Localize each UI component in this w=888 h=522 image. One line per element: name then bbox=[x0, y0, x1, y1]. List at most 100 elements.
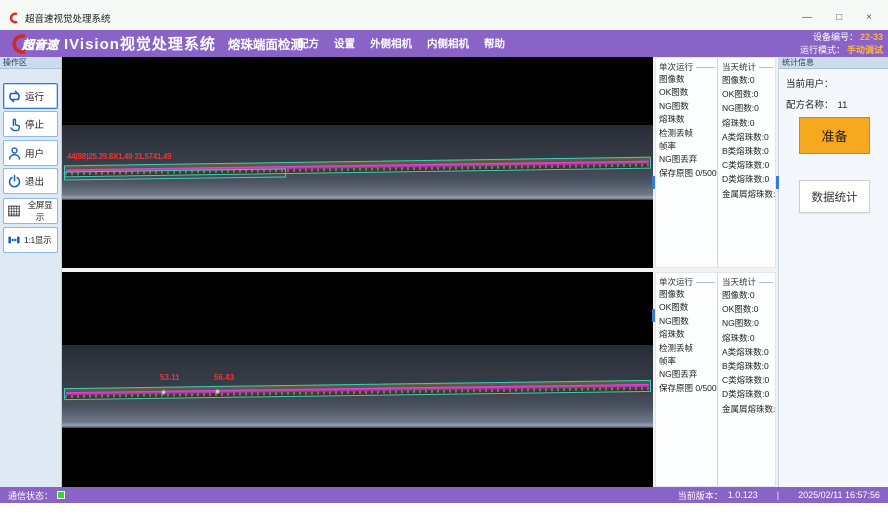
stat-row: D类熔珠数:0 bbox=[722, 172, 775, 186]
splitter-grip[interactable] bbox=[652, 176, 655, 189]
splitter-grip[interactable] bbox=[776, 176, 779, 189]
defect-marker bbox=[161, 390, 166, 395]
stat-row: B类熔珠数:0 bbox=[722, 359, 775, 373]
maximize-button[interactable]: □ bbox=[836, 12, 842, 24]
stat-row: NG图丢弃 bbox=[659, 153, 717, 166]
stat-row: 图像数:0 bbox=[722, 73, 775, 87]
minimize-button[interactable]: — bbox=[802, 12, 812, 24]
titlebar: 超音速视觉处理系统 — □ × bbox=[0, 0, 888, 30]
device-number-label: 设备编号： bbox=[813, 32, 858, 42]
main-menu: 配方 设置 外侧相机 内侧相机 帮助 bbox=[298, 30, 505, 57]
single-run-rows: 图像数OK图数NG图数熔珠数检测丢帧帧率NG图丢弃保存原图 0/500 bbox=[659, 73, 717, 180]
stat-row: 保存原图 0/500 bbox=[659, 167, 717, 180]
stat-row: B类熔珠数:0 bbox=[722, 144, 775, 158]
stat-row: 金属屑熔珠数:0 bbox=[722, 187, 775, 201]
splitter-grip[interactable] bbox=[652, 309, 655, 322]
menu-item-help[interactable]: 帮助 bbox=[484, 36, 505, 51]
stat-row: D类熔珠数:0 bbox=[722, 387, 775, 401]
app-subtitle: 熔珠端面检测 bbox=[228, 34, 303, 53]
stat-row: NG图数 bbox=[659, 315, 717, 328]
header-bar: 超音速 IVision视觉处理系统 熔珠端面检测 配方 设置 外侧相机 内侧相机… bbox=[0, 30, 888, 57]
status-bar-right: 当前版本： 1.0.123 | 2025/02/11 16:57:56 bbox=[678, 489, 880, 502]
data-stats-button[interactable]: 数据统计 bbox=[799, 180, 870, 213]
daily-stats-header: 当天统计 bbox=[722, 276, 775, 288]
app-title: IVision视觉处理系统 bbox=[64, 33, 216, 54]
stat-row: OK图数 bbox=[659, 86, 717, 99]
datetime-value: 2025/02/11 16:57:56 bbox=[798, 490, 880, 500]
device-number-value: 22-33 bbox=[860, 32, 883, 42]
fullscreen-button[interactable]: 全屏显示 bbox=[3, 198, 58, 224]
stat-row: 熔珠数 bbox=[659, 113, 717, 126]
stat-row: 检测丢帧 bbox=[659, 342, 717, 355]
single-run-header-label: 单次运行 bbox=[659, 276, 693, 288]
stats-panel-bottom: 单次运行 图像数OK图数NG图数熔珠数检测丢帧帧率NG图丢弃保存原图 0/500… bbox=[655, 272, 776, 487]
app-logo-icon bbox=[8, 12, 20, 24]
single-run-header-label: 单次运行 bbox=[659, 61, 693, 73]
exit-icon bbox=[7, 174, 22, 189]
version-value: 1.0.123 bbox=[728, 490, 758, 500]
daily-stats-header-label: 当天统计 bbox=[722, 61, 756, 73]
camera-view-top[interactable]: 44(88)25.39.8X1.49 31.5741.49 bbox=[62, 57, 653, 268]
user-button[interactable]: 用户 bbox=[3, 140, 58, 166]
single-run-column: 单次运行 图像数OK图数NG图数熔珠数检测丢帧帧率NG图丢弃保存原图 0/500 bbox=[656, 58, 718, 267]
window-controls: — □ × bbox=[802, 12, 872, 24]
menu-item-inner-camera[interactable]: 内侧相机 bbox=[427, 36, 469, 51]
user-button-label: 用户 bbox=[25, 146, 44, 160]
single-run-header: 单次运行 bbox=[659, 276, 717, 288]
status-separator: | bbox=[777, 490, 779, 500]
menu-item-settings[interactable]: 设置 bbox=[334, 36, 355, 51]
status-bar: 通信状态： 当前版本： 1.0.123 | 2025/02/11 16:57:5… bbox=[0, 487, 888, 503]
menu-item-outer-camera[interactable]: 外侧相机 bbox=[370, 36, 412, 51]
run-button[interactable]: 运行 bbox=[3, 83, 58, 109]
info-panel-header: 统计信息 bbox=[779, 57, 888, 69]
stat-row: 图像数:0 bbox=[722, 288, 775, 302]
stat-row: C类熔珠数:0 bbox=[722, 373, 775, 387]
stat-row: NG图丢弃 bbox=[659, 368, 717, 381]
daily-stats-rows: 图像数:0OK图数:0NG图数:0熔珠数:0A类熔珠数:0B类熔珠数:0C类熔珠… bbox=[722, 73, 775, 201]
camera-view-bottom[interactable]: 53.11 56.43 bbox=[62, 272, 653, 487]
defect-marker bbox=[215, 389, 220, 394]
stat-row: NG图数:0 bbox=[722, 316, 775, 330]
prepare-button[interactable]: 准备 bbox=[799, 117, 870, 154]
run-icon bbox=[7, 89, 22, 104]
stat-row: 金属屑熔珠数:0 bbox=[722, 402, 775, 416]
stop-icon bbox=[7, 117, 22, 132]
stat-row: 图像数 bbox=[659, 288, 717, 301]
recipe-name-label: 配方名称： bbox=[786, 100, 834, 111]
comm-status-label: 通信状态： bbox=[8, 489, 53, 502]
app-window: 超音速视觉处理系统 — □ × 超音速 IVision视觉处理系统 熔珠端面检测… bbox=[0, 0, 888, 522]
exit-button[interactable]: 退出 bbox=[3, 168, 58, 194]
single-run-column: 单次运行 图像数OK图数NG图数熔珠数检测丢帧帧率NG图丢弃保存原图 0/500 bbox=[656, 273, 718, 486]
menu-item-recipe[interactable]: 配方 bbox=[298, 36, 319, 51]
run-button-label: 运行 bbox=[25, 89, 44, 103]
daily-stats-column: 当天统计 图像数:0OK图数:0NG图数:0熔珠数:0A类熔珠数:0B类熔珠数:… bbox=[718, 58, 775, 267]
stat-row: 熔珠数 bbox=[659, 328, 717, 341]
stat-row: 检测丢帧 bbox=[659, 127, 717, 140]
exit-button-label: 退出 bbox=[25, 174, 44, 188]
stat-row: OK图数:0 bbox=[722, 87, 775, 101]
stop-button-label: 停止 bbox=[25, 117, 44, 131]
stat-row: NG图数 bbox=[659, 100, 717, 113]
stat-row: 熔珠数:0 bbox=[722, 331, 775, 345]
version-label: 当前版本： bbox=[678, 489, 723, 502]
measurement-value: 53.11 bbox=[160, 373, 180, 382]
daily-stats-header: 当天统计 bbox=[722, 61, 775, 73]
single-run-rows: 图像数OK图数NG图数熔珠数检测丢帧帧率NG图丢弃保存原图 0/500 bbox=[659, 288, 717, 395]
stat-row: 保存原图 0/500 bbox=[659, 382, 717, 395]
stat-row: NG图数:0 bbox=[722, 101, 775, 115]
close-button[interactable]: × bbox=[866, 12, 872, 24]
daily-stats-rows: 图像数:0OK图数:0NG图数:0熔珠数:0A类熔珠数:0B类熔珠数:0C类熔珠… bbox=[722, 288, 775, 416]
main-area: 操作区 运行 停止 用户 bbox=[0, 57, 888, 487]
one-to-one-button[interactable]: 1:1显示 bbox=[3, 227, 58, 253]
stat-row: 图像数 bbox=[659, 73, 717, 86]
stat-row: C类熔珠数:0 bbox=[722, 158, 775, 172]
stat-row: OK图数 bbox=[659, 301, 717, 314]
run-mode-label: 运行模式： bbox=[800, 45, 845, 55]
run-mode-value: 手动调试 bbox=[847, 45, 883, 55]
window-title: 超音速视觉处理系统 bbox=[25, 11, 111, 25]
stop-button[interactable]: 停止 bbox=[3, 111, 58, 137]
stat-row: A类熔珠数:0 bbox=[722, 130, 775, 144]
stat-row: 帧率 bbox=[659, 140, 717, 153]
fullscreen-button-label: 全屏显示 bbox=[24, 199, 56, 223]
single-run-header: 单次运行 bbox=[659, 61, 717, 73]
